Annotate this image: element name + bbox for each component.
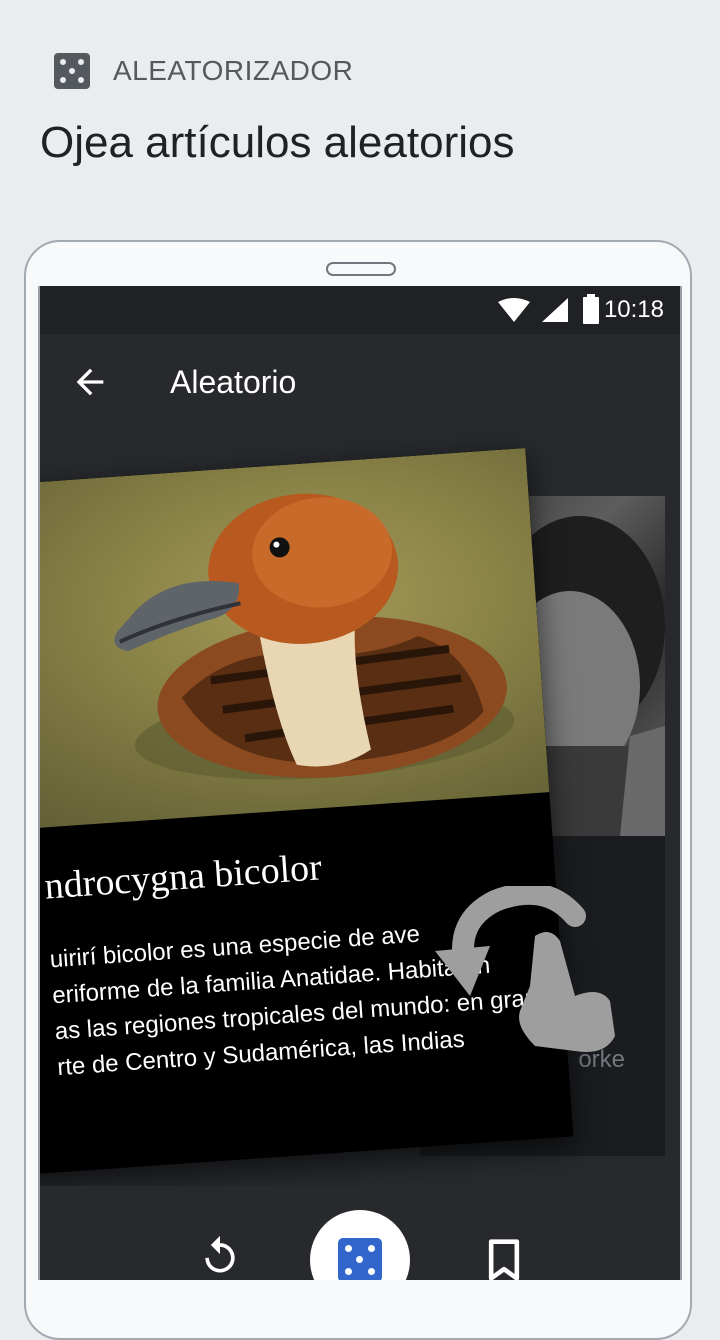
arrow-left-icon[interactable] xyxy=(70,362,110,402)
section-label: ALEATORIZADOR xyxy=(113,55,354,86)
swipe-gesture-icon xyxy=(435,886,615,1052)
dice-icon xyxy=(54,53,90,89)
random-article-button[interactable] xyxy=(310,1210,410,1280)
phone-speaker xyxy=(326,262,396,276)
onboarding-headline: Ojea artículos aleatorios xyxy=(40,118,515,167)
wifi-icon xyxy=(498,298,530,322)
bottom-action-bar xyxy=(40,1186,680,1280)
status-time: 10:18 xyxy=(603,296,664,323)
article-title: ndrocygna bicolor xyxy=(43,846,324,908)
app-screen: 10:18 Aleatorio orke ndrocygna bicolor u… xyxy=(38,286,682,1280)
toolbar-title: Aleatorio xyxy=(170,364,297,400)
status-bar: 10:18 xyxy=(40,286,680,334)
signal-icon xyxy=(542,298,568,322)
bookmark-icon[interactable] xyxy=(486,1238,522,1280)
refresh-icon[interactable] xyxy=(198,1234,242,1278)
article-card[interactable]: ndrocygna bicolor uirirí bicolor es una … xyxy=(40,448,574,1177)
dice-icon xyxy=(338,1238,382,1280)
onboarding-header: ALEATORIZADOR xyxy=(54,53,353,89)
article-photo xyxy=(40,448,550,832)
battery-icon xyxy=(583,294,599,324)
toolbar: Aleatorio xyxy=(40,334,680,434)
